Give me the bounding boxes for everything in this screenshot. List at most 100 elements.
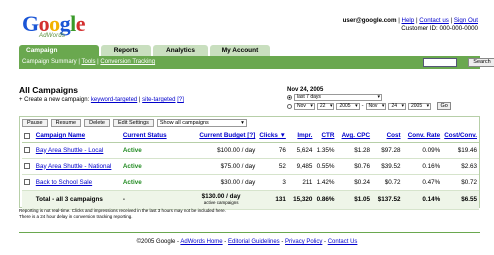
total-cpc: $1.05 <box>336 190 373 210</box>
col-impr[interactable]: Impr. <box>287 130 315 143</box>
resume-button[interactable]: Resume <box>50 119 82 127</box>
customer-id: Customer ID: 000-000-0000 <box>401 25 478 32</box>
google-adwords-logo: Google AdWords <box>22 11 86 40</box>
preset-range-select[interactable]: last 7 days ▾ <box>294 94 382 101</box>
impr-cell: 9,485 <box>287 158 315 175</box>
pause-button[interactable]: Pause <box>22 119 48 127</box>
from-month-value: Nov <box>297 102 306 109</box>
status-cell: Active <box>120 142 185 159</box>
chevron-down-icon: ▾ <box>377 94 380 100</box>
subnav-bar: Campaign Summary | Tools | Conversion Tr… <box>19 56 494 69</box>
col-avg-cpc[interactable]: Avg. CPC <box>336 130 373 143</box>
keyword-targeted-link[interactable]: keyword-targeted <box>91 97 137 103</box>
clicks-cell: 52 <box>257 158 288 175</box>
campaign-name-link[interactable]: Bay Area Shuttle - Local <box>36 147 104 154</box>
clicks-cell: 3 <box>257 174 288 191</box>
footer: ©2005 Google - AdWords Home - Editorial … <box>136 239 358 245</box>
total-status: - <box>120 190 185 210</box>
cpc-cell: $0.24 <box>336 174 373 191</box>
tab-reports[interactable]: Reports <box>101 45 151 56</box>
from-day-select[interactable]: 22 ▾ <box>316 102 335 110</box>
page-title: All Campaigns <box>19 85 79 95</box>
chevron-down-icon: ▾ <box>355 102 358 109</box>
campaign-filter-select[interactable]: Show all campaigns ▾ <box>156 119 247 127</box>
date-range-picker: Nov 24, 2005 last 7 days ▾ Nov ▾ 22 ▾ 2005 ▾… <box>287 87 452 110</box>
tab-campaign-management[interactable]: Campaign Management <box>19 45 99 65</box>
from-day-value: 22 <box>319 102 326 109</box>
contact-us-link[interactable]: Contact us <box>419 17 449 24</box>
table-row: Bay Area Shuttle - National Active $75.0… <box>22 158 479 175</box>
create-campaign-line: + Create a new campaign: keyword-targete… <box>19 97 184 103</box>
search-input[interactable] <box>423 58 457 67</box>
site-targeted-link[interactable]: site-targeted <box>142 97 175 103</box>
table-row: Bay Area Shuttle - Local Active $100.00 … <box>22 142 479 159</box>
status-cell: Active <box>120 158 185 175</box>
conv-rate-cell: 0.16% <box>402 158 443 175</box>
from-month-select[interactable]: Nov ▾ <box>294 102 315 110</box>
col-conv-rate[interactable]: Conv. Rate <box>402 130 443 143</box>
to-month-value: Nov <box>368 102 378 109</box>
row-checkbox[interactable] <box>24 146 30 153</box>
campaign-toolbar: Pause Resume Delete Edit Settings Show a… <box>22 119 247 127</box>
chevron-down-icon: ▾ <box>329 102 333 109</box>
col-cost[interactable]: Cost <box>372 130 403 143</box>
sign-out-link[interactable]: Sign Out <box>454 17 478 24</box>
reporting-notes: Reporting is not real-time. Clicks and i… <box>19 208 226 219</box>
campaign-panel: Pause Resume Delete Edit Settings Show a… <box>19 116 480 210</box>
copyright: ©2005 Google - <box>136 239 180 245</box>
total-budget: $130.00 / day active campaigns <box>184 190 258 210</box>
footer-editorial-guidelines-link[interactable]: Editorial Guidelines <box>228 239 280 245</box>
total-impr: 15,320 <box>287 190 315 210</box>
tab-analytics[interactable]: Analytics <box>153 45 208 56</box>
to-year-select[interactable]: 2005 ▾ <box>408 102 432 110</box>
footer-privacy-policy-link[interactable]: Privacy Policy <box>285 239 322 245</box>
chevron-down-icon: ▾ <box>310 102 313 109</box>
tab-my-account[interactable]: My Account <box>210 45 270 56</box>
total-cost: $137.52 <box>372 190 403 210</box>
custom-range-radio[interactable] <box>287 103 292 109</box>
create-help-link[interactable]: [?] <box>177 97 184 103</box>
to-day-select[interactable]: 24 ▾ <box>388 102 406 110</box>
budget-cell: $30.00 / day <box>184 174 258 191</box>
chevron-down-icon: ▾ <box>426 102 430 109</box>
ctr-cell: 0.55% <box>314 158 337 175</box>
reporting-note: Reporting is not real-time. Clicks and i… <box>19 208 226 213</box>
col-campaign-name[interactable]: Campaign Name <box>33 130 121 143</box>
col-current-status[interactable]: Current Status <box>120 130 185 143</box>
from-year-select[interactable]: 2005 ▾ <box>336 102 360 110</box>
footer-contact-us-link[interactable]: Contact Us <box>328 239 358 245</box>
col-ctr[interactable]: CTR <box>314 130 337 143</box>
cost-cell: $39.52 <box>372 158 403 175</box>
delete-button[interactable]: Delete <box>84 119 110 127</box>
search-button[interactable]: Search <box>468 58 494 67</box>
subnav-conversion-tracking[interactable]: Conversion Tracking <box>100 59 155 65</box>
row-checkbox[interactable] <box>24 178 30 185</box>
campaign-name-link[interactable]: Bay Area Shuttle - National <box>36 163 112 170</box>
to-month-select[interactable]: Nov ▾ <box>365 102 387 110</box>
account-email: user@google.com <box>342 17 397 24</box>
subnav-tools[interactable]: Tools <box>81 59 95 65</box>
main-tabs: Campaign Management Reports Analytics My… <box>19 45 270 65</box>
chevron-down-icon: ▾ <box>241 120 244 126</box>
impr-cell: 211 <box>287 174 315 191</box>
footer-adwords-home-link[interactable]: AdWords Home <box>180 239 222 245</box>
edit-settings-button[interactable]: Edit Settings <box>113 119 154 127</box>
col-current-budget[interactable]: Current Budget [?] <box>184 130 258 143</box>
preset-range-value: last 7 days <box>297 94 321 100</box>
total-ctr: 0.86% <box>314 190 337 210</box>
conv-rate-cell: 0.47% <box>402 174 443 191</box>
select-all-checkbox[interactable] <box>24 132 30 139</box>
go-button[interactable]: Go <box>437 102 452 110</box>
total-budget-sub: active campaigns <box>203 199 239 205</box>
campaign-name-link[interactable]: Back to School Sale <box>36 179 92 186</box>
total-clicks: 131 <box>257 190 288 210</box>
conv-rate-cell: 0.09% <box>402 142 443 159</box>
col-clicks[interactable]: Clicks ▼ <box>257 130 288 143</box>
col-cost-conv[interactable]: Cost/Conv. <box>442 130 479 143</box>
impr-cell: 5,624 <box>287 142 315 159</box>
from-year-value: 2005 <box>339 102 351 109</box>
help-link[interactable]: Help <box>402 17 415 24</box>
preset-range-radio[interactable] <box>287 95 292 100</box>
row-checkbox[interactable] <box>24 162 30 169</box>
cpc-cell: $1.28 <box>336 142 373 159</box>
